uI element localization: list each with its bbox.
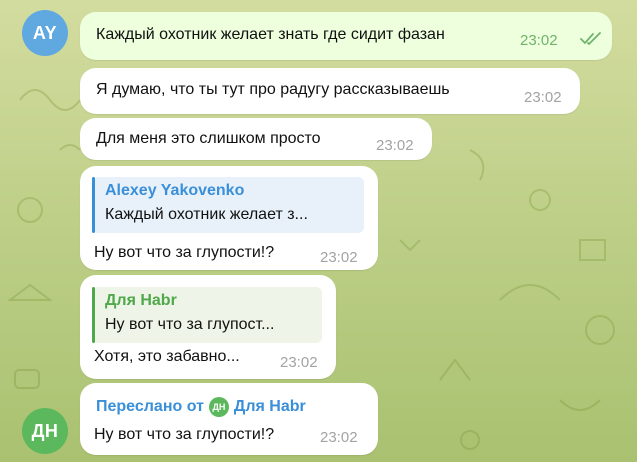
message-time: 23:02	[524, 89, 562, 106]
forwarded-author: Для Habr	[233, 398, 306, 415]
reply-text: Ну вот что за глупост...	[105, 316, 275, 333]
message-time: 23:02	[376, 137, 414, 154]
message-time: 23:02	[280, 354, 318, 371]
message-bubble-reply[interactable]: Alexey Yakovenko Каждый охотник желает з…	[80, 166, 378, 270]
message-text: Хотя, это забавно...	[94, 348, 240, 365]
message-text: Ну вот что за глупости!?	[94, 426, 275, 443]
message-text: Для меня это слишком просто	[96, 130, 321, 147]
reply-bar	[92, 177, 95, 233]
message-bubble-own[interactable]: Каждый охотник желает знать где сидит фа…	[80, 12, 612, 60]
message-text: Ну вот что за глупости!?	[94, 244, 275, 261]
message-time: 23:02	[520, 32, 558, 49]
reply-author: Alexey Yakovenko	[105, 182, 245, 199]
avatar-ay-initials: AY	[32, 22, 58, 43]
message-bubble[interactable]: Я думаю, что ты тут про радугу рассказыв…	[80, 68, 580, 114]
message-bubble-reply[interactable]: Для Habr Ну вот что за глупост... Хотя, …	[80, 275, 336, 379]
message-text: Я думаю, что ты тут про радугу рассказыв…	[96, 81, 450, 98]
avatar-dn[interactable]: ДН	[22, 408, 68, 454]
message-time: 23:02	[320, 249, 358, 266]
message-text: Каждый охотник желает знать где сидит фа…	[96, 26, 445, 43]
reply-text: Каждый охотник желает з...	[105, 206, 308, 223]
avatar-dn-initials: ДН	[31, 420, 59, 441]
forwarded-prefix: Переслано от	[96, 398, 204, 415]
message-bubble-forwarded[interactable]: Переслано от ДН Для Habr Ну вот что за г…	[80, 383, 378, 455]
avatar-ay[interactable]: AY	[22, 10, 68, 56]
forwarded-header[interactable]: Переслано от ДН Для Habr	[96, 397, 306, 417]
reply-bar	[92, 287, 95, 343]
forwarded-avatar: ДН	[208, 397, 229, 417]
reply-quote[interactable]: Alexey Yakovenko Каждый охотник желает з…	[92, 177, 364, 233]
message-time: 23:02	[320, 429, 358, 446]
double-check-icon	[580, 32, 601, 46]
reply-quote[interactable]: Для Habr Ну вот что за глупост...	[92, 287, 322, 343]
reply-author: Для Habr	[105, 292, 177, 309]
message-bubble[interactable]: Для меня это слишком просто 23:02	[80, 118, 432, 160]
